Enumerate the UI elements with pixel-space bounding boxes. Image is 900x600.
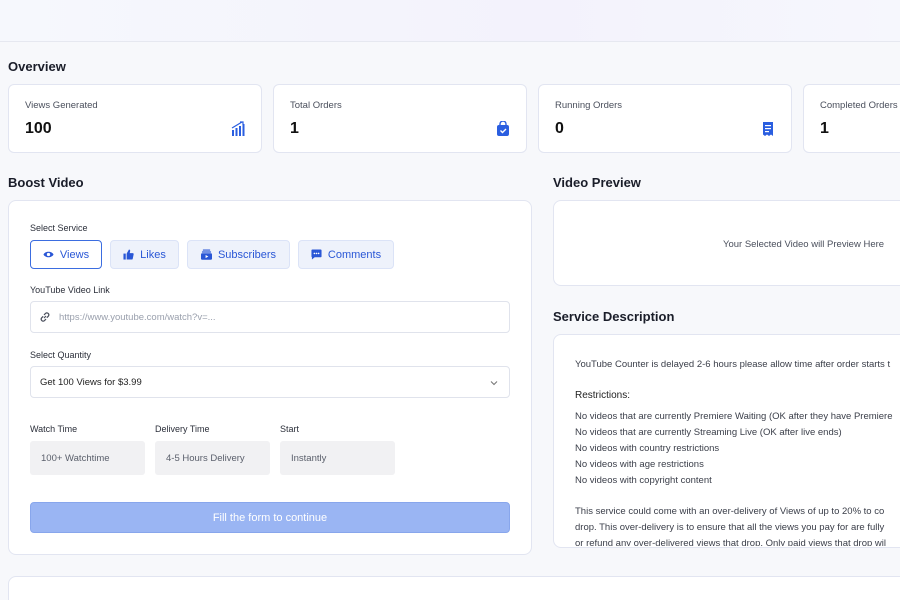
stat-value: 0 <box>555 120 564 137</box>
select-quantity-label: Select Quantity <box>30 350 92 360</box>
youtube-link-input[interactable]: https://www.youtube.com/watch?v=... <box>30 301 510 333</box>
link-icon <box>40 312 50 322</box>
restriction-item: No videos with copyright content <box>575 475 712 486</box>
stat-value: 1 <box>290 120 299 137</box>
youtube-link-placeholder: https://www.youtube.com/watch?v=... <box>59 311 216 323</box>
watch-time-field: 100+ Watchtime <box>30 441 145 475</box>
description-paragraph-line: drop. This over-delivery is to ensure th… <box>575 522 885 533</box>
stat-label: Total Orders <box>290 100 342 111</box>
service-views-button[interactable]: Views <box>30 240 102 269</box>
service-comments-button[interactable]: Comments <box>298 240 394 269</box>
comment-icon <box>311 249 322 260</box>
start-field: Instantly <box>280 441 395 475</box>
submit-button[interactable]: Fill the form to continue <box>30 502 510 533</box>
service-label: Comments <box>327 248 382 261</box>
restrictions-title: Restrictions: <box>575 390 631 401</box>
delivery-time-field: 4-5 Hours Delivery <box>155 441 270 475</box>
watch-time-label: Watch Time <box>30 424 78 434</box>
service-label: Views <box>59 248 90 261</box>
service-description-title: Service Description <box>553 309 675 324</box>
stat-card-running-orders: Running Orders 0 <box>538 84 792 153</box>
stat-card-total-orders: Total Orders 1 <box>273 84 527 153</box>
bottom-panel <box>8 576 900 600</box>
stat-value: 1 <box>820 120 829 137</box>
receipt-icon <box>763 122 773 136</box>
restriction-item: No videos with country restrictions <box>575 443 720 454</box>
description-intro: YouTube Counter is delayed 2-6 hours ple… <box>575 359 891 370</box>
top-header <box>0 0 900 42</box>
chart-bar-icon <box>231 121 245 136</box>
video-preview-title: Video Preview <box>553 175 641 190</box>
quantity-selected-value: Get 100 Views for $3.99 <box>40 376 142 388</box>
service-label: Subscribers <box>217 248 277 261</box>
service-subscribers-button[interactable]: Subscribers <box>187 240 290 269</box>
youtube-link-label: YouTube Video Link <box>30 285 110 295</box>
chevron-down-icon <box>490 381 498 386</box>
description-paragraph-line: or refund any over-delivered views that … <box>575 538 887 546</box>
service-label: Likes <box>140 248 166 261</box>
shopping-bag-icon <box>497 121 509 136</box>
delivery-time-label: Delivery Time <box>155 424 210 434</box>
start-label: Start <box>280 424 300 434</box>
stat-card-completed-orders: Completed Orders 1 <box>803 84 900 153</box>
stat-label: Views Generated <box>25 100 98 111</box>
stat-card-views: Views Generated 100 <box>8 84 262 153</box>
subscribers-icon <box>200 249 212 260</box>
overview-title: Overview <box>8 59 66 74</box>
eye-icon <box>43 251 54 258</box>
select-service-label: Select Service <box>30 223 88 233</box>
boost-video-title: Boost Video <box>8 175 84 190</box>
restriction-item: No videos that are currently Premiere Wa… <box>575 411 893 422</box>
stat-label: Completed Orders <box>820 100 898 111</box>
thumbs-up-icon <box>123 249 134 260</box>
description-paragraph-line: This service could come with an over-del… <box>575 506 885 517</box>
restriction-item: No videos that are currently Streaming L… <box>575 427 842 438</box>
quantity-select[interactable]: Get 100 Views for $3.99 <box>30 366 510 398</box>
restriction-item: No videos with age restrictions <box>575 459 704 470</box>
video-preview-panel: Your Selected Video will Preview Here <box>553 200 900 286</box>
service-likes-button[interactable]: Likes <box>110 240 179 269</box>
stat-value: 100 <box>25 120 52 137</box>
video-preview-placeholder: Your Selected Video will Preview Here <box>723 239 885 250</box>
stat-label: Running Orders <box>555 100 623 111</box>
